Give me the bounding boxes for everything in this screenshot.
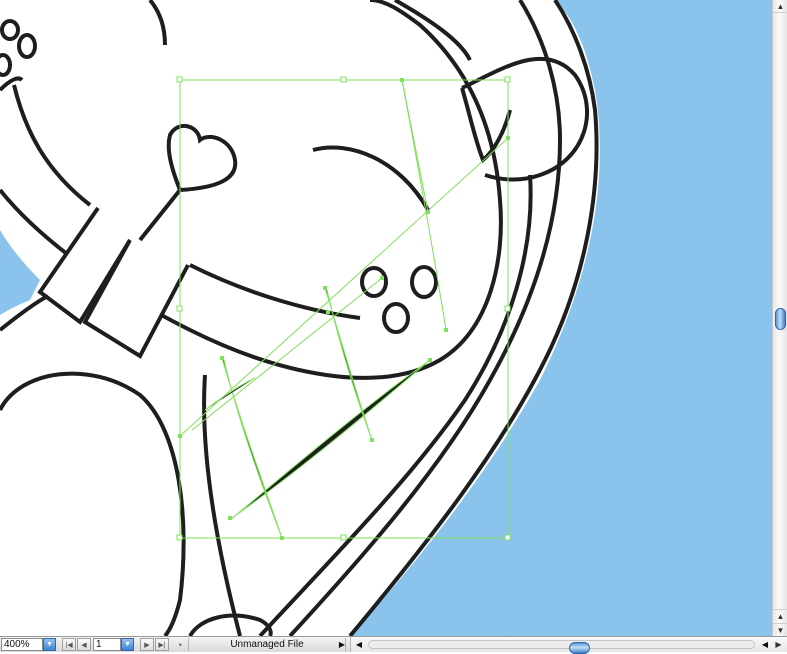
artwork[interactable]: [0, 0, 772, 636]
anchor-point[interactable]: [280, 536, 284, 540]
scroll-left-arrow-icon[interactable]: ◀: [759, 637, 771, 652]
handle-bottom-center[interactable]: [340, 534, 347, 541]
zoom-dropdown-button[interactable]: ▼: [43, 638, 56, 651]
last-page-icon: ▶|: [158, 641, 166, 649]
heart-shape: [166, 124, 238, 193]
previous-artboard-button[interactable]: ◀: [77, 638, 91, 651]
vertical-scroll-thumb[interactable]: [775, 308, 786, 330]
anchor-point[interactable]: [370, 438, 374, 442]
scroll-down-arrow-icon[interactable]: ▼: [773, 623, 787, 636]
paw-dot-1: [0, 19, 20, 41]
anchor-point[interactable]: [178, 434, 182, 438]
nostril-2: [410, 265, 438, 299]
status-circle-icon[interactable]: ◔: [173, 638, 186, 651]
anchor-point[interactable]: [326, 310, 330, 314]
stitch-stroke-3[interactable]: [324, 287, 373, 441]
triangle-right-icon: ▶: [338, 640, 346, 649]
anchor-point[interactable]: [323, 286, 327, 290]
stitch-stroke-1[interactable]: [229, 359, 431, 521]
last-artboard-button[interactable]: ▶|: [155, 638, 169, 651]
status-menu-button[interactable]: ▶: [336, 638, 348, 651]
handle-bottom-right[interactable]: [504, 534, 511, 541]
path-guide-1: [179, 137, 509, 437]
paw-dot-3: [0, 53, 12, 77]
scroll-right-arrow-icon[interactable]: ▶: [771, 638, 786, 651]
belly-line: [202, 374, 242, 636]
horizontal-scroll-thumb[interactable]: [569, 642, 590, 654]
scroll-up-arrow-icon[interactable]: ▲: [773, 609, 787, 622]
blue-background: [350, 0, 772, 636]
first-artboard-button[interactable]: |◀: [62, 638, 76, 651]
status-text: Unmanaged File: [188, 638, 346, 651]
face-curve: [148, 0, 167, 46]
anchor-point[interactable]: [228, 516, 232, 520]
anchor-point[interactable]: [380, 276, 384, 280]
handle-middle-left[interactable]: [176, 305, 183, 312]
anchor-point[interactable]: [506, 136, 510, 140]
mouth-line: [189, 263, 361, 320]
triangle-down-icon: ▼: [124, 641, 131, 648]
anchor-point[interactable]: [426, 210, 430, 214]
artboard-number-field[interactable]: 1: [93, 638, 121, 651]
artboard-canvas[interactable]: [0, 0, 772, 636]
horizontal-scroll-track[interactable]: [368, 640, 755, 654]
handle-bottom-left[interactable]: [176, 534, 183, 541]
horizontal-scrollbar[interactable]: ◀ ◀ ▶: [350, 637, 787, 654]
head-outline: [0, 0, 503, 380]
paw-dot-2: [17, 33, 37, 59]
anchor-point[interactable]: [220, 356, 224, 360]
ear-outline: [461, 56, 590, 182]
triangle-down-icon: ▼: [46, 641, 53, 648]
first-page-icon: |◀: [65, 641, 73, 649]
scroll-up-arrow-icon[interactable]: ▲: [773, 0, 787, 13]
previous-page-icon: ◀: [81, 641, 87, 649]
foot-outline: [188, 613, 273, 636]
handle-top-left[interactable]: [176, 76, 183, 83]
next-artboard-button[interactable]: ▶: [140, 638, 154, 651]
closed-eye: [312, 145, 430, 211]
scroll-left-arrow-icon[interactable]: ◀: [353, 637, 365, 652]
head-top-line: [394, 0, 472, 61]
anchor-point[interactable]: [428, 358, 432, 362]
cheek-left: [12, 84, 92, 207]
face-lower-left: [0, 76, 24, 92]
stitch-stroke-2[interactable]: [221, 357, 283, 539]
anchor-point[interactable]: [400, 78, 404, 82]
artboard-dropdown-button[interactable]: ▼: [121, 638, 134, 651]
zoom-level-field[interactable]: 400%: [1, 638, 43, 651]
heart-stem: [138, 188, 182, 242]
anchor-point[interactable]: [444, 328, 448, 332]
status-bar: 400% ▼ |◀ ◀ 1 ▼ ▶ ▶| ◔ Unmanaged File ▶ …: [0, 636, 787, 654]
handle-top-center[interactable]: [340, 76, 347, 83]
nostril-1: [360, 266, 388, 298]
handle-top-right[interactable]: [504, 76, 511, 83]
next-page-icon: ▶: [144, 641, 150, 649]
nostril-3: [382, 302, 410, 334]
vertical-scrollbar[interactable]: ▲ ▲ ▼: [772, 0, 787, 636]
arm-outline: [0, 371, 186, 636]
handle-middle-right[interactable]: [504, 305, 511, 312]
